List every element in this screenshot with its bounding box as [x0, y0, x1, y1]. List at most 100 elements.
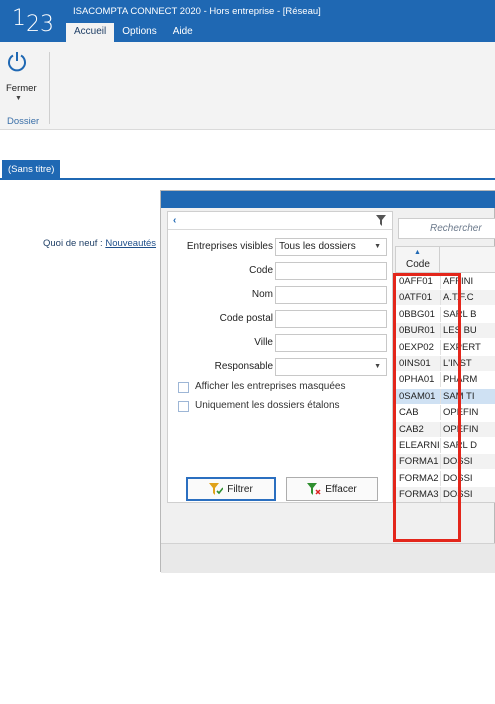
- logo-digits-23: 23: [26, 12, 54, 37]
- ribbon-separator: [49, 52, 50, 124]
- cp-field[interactable]: [275, 310, 387, 328]
- cell-code: FORMA2: [399, 472, 439, 484]
- cell-separator: [440, 372, 441, 388]
- cell-code: 0BBG01: [399, 308, 435, 320]
- grid-header: ▲ Code: [396, 247, 495, 273]
- column-header-code[interactable]: ▲ Code: [396, 247, 440, 273]
- table-row[interactable]: FORMA2 DOSSI: [396, 470, 495, 486]
- tab-sans-titre[interactable]: (Sans titre): [2, 160, 61, 180]
- ville-field[interactable]: [275, 334, 387, 352]
- cell-name: DOSSI: [443, 489, 473, 501]
- dialog-header: [161, 191, 495, 208]
- show-hidden-checkbox[interactable]: [178, 382, 189, 393]
- power-icon[interactable]: [6, 50, 28, 72]
- code-row: Code: [168, 262, 392, 280]
- responsable-row: Responsable ▼: [168, 358, 392, 376]
- funnel-check-icon: [209, 483, 224, 495]
- cell-separator: [440, 438, 441, 453]
- cell-code: 0SAM01: [399, 390, 436, 402]
- etalons-label[interactable]: Uniquement les dossiers étalons: [195, 400, 340, 411]
- collapse-icon[interactable]: ‹: [173, 215, 176, 226]
- menu-aide[interactable]: Aide: [165, 23, 201, 42]
- cell-separator: [440, 388, 441, 404]
- table-row[interactable]: ELEARNI SARL D: [396, 438, 495, 453]
- responsable-label: Responsable: [214, 361, 273, 372]
- chevron-down-icon: ▼: [374, 243, 381, 250]
- cell-separator: [440, 356, 441, 371]
- chevron-down-icon[interactable]: ▼: [15, 95, 22, 102]
- news-link[interactable]: Nouveautés: [105, 238, 156, 249]
- table-row[interactable]: CAB OPEFIN: [396, 405, 495, 421]
- cell-code: FORMA1: [399, 456, 439, 468]
- menu-bar: Accueil Options Aide: [66, 23, 201, 42]
- show-hidden-label[interactable]: Afficher les entreprises masquées: [195, 381, 345, 392]
- etalons-checkbox[interactable]: [178, 401, 189, 412]
- cell-code: CAB2: [399, 423, 424, 435]
- ville-label: Ville: [254, 337, 273, 348]
- visible-select[interactable]: Tous les dossiers ▼: [275, 238, 387, 256]
- cell-name: PHARM: [443, 374, 478, 386]
- responsable-select[interactable]: ▼: [275, 358, 387, 376]
- table-row[interactable]: 0PHA01 PHARM: [396, 372, 495, 388]
- companies-grid: ▲ Code 0AFF01 AFFINI 0ATF01 A.T.F.C 0BBG01 SA…: [395, 246, 495, 503]
- chevron-down-icon: ▼: [374, 363, 381, 370]
- table-row[interactable]: 0INS01 L'INST: [396, 356, 495, 371]
- menu-accueil[interactable]: Accueil: [66, 23, 115, 42]
- news-line: Quoi de neuf : Nouveautés: [43, 238, 156, 249]
- filter-button-label: Filtrer: [227, 483, 253, 495]
- table-row[interactable]: 0ATF01 A.T.F.C: [396, 290, 495, 306]
- cp-row: Code postal: [168, 310, 392, 328]
- cell-code: 0BUR01: [399, 325, 435, 337]
- dialog-footer: [161, 543, 495, 573]
- cp-label: Code postal: [219, 313, 273, 324]
- nom-field[interactable]: [275, 286, 387, 304]
- code-label: Code: [249, 265, 273, 276]
- table-row[interactable]: 0BBG01 SARL B: [396, 306, 495, 322]
- cell-separator: [440, 405, 441, 421]
- cell-name: A.T.F.C: [443, 292, 474, 304]
- visible-row: Entreprises visibles Tous les dossiers ▼: [168, 238, 392, 256]
- app-logo: 1 23: [6, 3, 58, 39]
- table-row[interactable]: 0BUR01 LES BU: [396, 323, 495, 339]
- table-row[interactable]: 0SAM01 SAM TI: [396, 388, 495, 404]
- cell-separator: [440, 487, 441, 502]
- cell-code: 0PHA01: [399, 374, 435, 386]
- ribbon: [0, 42, 495, 130]
- close-button-label[interactable]: Fermer: [6, 83, 37, 94]
- cell-name: OPEFIN: [443, 407, 479, 419]
- filter-panel: ‹ Entreprises visibles Tous les dossiers…: [167, 211, 393, 503]
- cell-name: SARL B: [443, 308, 477, 320]
- cell-separator: [440, 274, 441, 289]
- clear-button[interactable]: Effacer: [286, 477, 378, 501]
- column-header-code-label: Code: [406, 259, 430, 270]
- document-tabstrip: (Sans titre): [0, 160, 495, 180]
- cell-separator: [440, 323, 441, 339]
- funnel-clear-icon: [307, 483, 321, 495]
- table-row[interactable]: CAB2 OPEFIN: [396, 421, 495, 437]
- cell-code: CAB: [399, 407, 419, 419]
- cell-name: DOSSI: [443, 456, 473, 468]
- title-bar: 1 23 ISACOMPTA CONNECT 2020 - Hors entre…: [0, 0, 495, 42]
- cell-separator: [440, 454, 441, 470]
- sort-ascending-icon: ▲: [414, 249, 421, 256]
- cell-separator: [440, 306, 441, 322]
- ribbon-group-label: Dossier: [7, 116, 40, 127]
- cell-code: FORMA3: [399, 489, 439, 501]
- cell-name: SAM TI: [443, 390, 475, 402]
- visible-label: Entreprises visibles: [186, 241, 273, 252]
- table-row[interactable]: 0EXP02 EXPERT: [396, 339, 495, 355]
- table-row[interactable]: FORMA1 DOSSI: [396, 454, 495, 470]
- cell-name: SARL D: [443, 440, 477, 451]
- filter-panel-header: ‹: [168, 212, 392, 230]
- table-row[interactable]: FORMA3 DOSSI: [396, 487, 495, 502]
- news-prefix: Quoi de neuf :: [43, 238, 103, 249]
- cell-separator: [440, 421, 441, 437]
- code-field[interactable]: [275, 262, 387, 280]
- cell-code: 0AFF01: [399, 276, 433, 287]
- menu-options[interactable]: Options: [114, 23, 164, 42]
- table-row[interactable]: 0AFF01 AFFINI: [396, 274, 495, 289]
- cell-separator: [440, 290, 441, 306]
- search-input[interactable]: Rechercher: [398, 218, 495, 239]
- nom-label: Nom: [251, 289, 273, 300]
- filter-button[interactable]: Filtrer: [186, 477, 276, 501]
